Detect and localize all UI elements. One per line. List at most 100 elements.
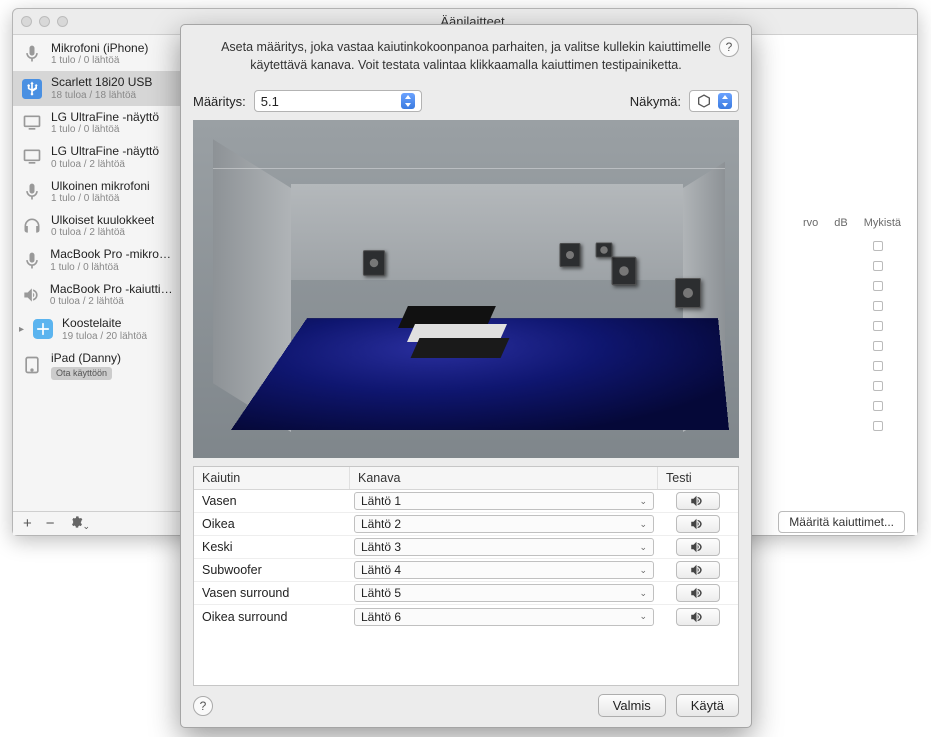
select-arrows-icon (718, 93, 732, 109)
mic-icon (21, 181, 43, 203)
test-speaker-button[interactable] (676, 492, 720, 510)
speaker-name-cell: Subwoofer (194, 563, 350, 577)
device-io-label: 18 tuloa / 18 lähtöä (51, 90, 152, 102)
speaker-name-cell: Vasen surround (194, 586, 350, 600)
th-speaker: Kaiutin (194, 467, 350, 489)
apply-button[interactable]: Käytä (676, 694, 739, 717)
speaker-front-left-icon[interactable] (363, 250, 385, 276)
th-test: Testi (658, 467, 738, 489)
device-name: Scarlett 18i20 USB (51, 75, 152, 89)
bg-column-headers: rvo dB Mykistä (803, 217, 901, 229)
test-speaker-button[interactable] (676, 515, 720, 533)
device-name: Koostelaite (62, 316, 147, 330)
speaker-name-cell: Oikea (194, 517, 350, 531)
device-io-label: 1 tulo / 0 lähtöä (51, 55, 148, 67)
device-item[interactable]: Scarlett 18i20 USB18 tuloa / 18 lähtöä (13, 71, 182, 105)
view-select[interactable] (689, 90, 739, 112)
device-sidebar: Mikrofoni (iPhone)1 tulo / 0 lähtöä Scar… (13, 35, 183, 535)
bg-mute-checkboxes (873, 241, 883, 431)
table-row: Oikea Lähtö 2⌄ (194, 513, 738, 536)
device-io-label: 0 tuloa / 2 lähtöä (50, 296, 174, 308)
device-list: Mikrofoni (iPhone)1 tulo / 0 lähtöä Scar… (13, 35, 182, 511)
channel-select[interactable]: Lähtö 5⌄ (354, 584, 654, 602)
speaker-name-cell: Oikea surround (194, 610, 350, 624)
view-label: Näkymä: (630, 94, 681, 109)
headphones-icon (21, 215, 43, 237)
remove-device-button[interactable]: − (46, 516, 55, 531)
bg-col-mute: Mykistä (864, 217, 901, 229)
sidebar-footer: + − ⌄ (13, 511, 182, 535)
channel-select[interactable]: Lähtö 1⌄ (354, 492, 654, 510)
th-channel: Kanava (350, 467, 658, 489)
speaker-icon (21, 284, 42, 306)
speaker-name-cell: Keski (194, 540, 350, 554)
device-io-label: 19 tuloa / 20 lähtöä (62, 331, 147, 343)
test-speaker-button[interactable] (676, 584, 720, 602)
device-name: LG UltraFine -näyttö (51, 144, 159, 158)
device-item[interactable]: MacBook Pro -kaiuttimet0 tuloa / 2 lähtö… (13, 278, 182, 312)
mic-icon (21, 250, 42, 272)
device-name: MacBook Pro -kaiuttimet (50, 282, 174, 296)
device-item[interactable]: MacBook Pro -mikrofoni1 tulo / 0 lähtöä (13, 243, 182, 277)
device-item[interactable]: ▸ Koostelaite19 tuloa / 20 lähtöä (13, 312, 182, 346)
device-name: LG UltraFine -näyttö (51, 110, 159, 124)
device-name: Ulkoinen mikrofoni (51, 179, 150, 193)
device-name: Ulkoiset kuulokkeet (51, 213, 154, 227)
device-item[interactable]: Mikrofoni (iPhone)1 tulo / 0 lähtöä (13, 37, 182, 71)
bg-col-rvo: rvo (803, 217, 818, 229)
test-speaker-button[interactable] (676, 561, 720, 579)
device-io-label: 0 tuloa / 2 lähtöä (51, 227, 154, 239)
instruction-text: Aseta määritys, joka vastaa kaiutinkokoo… (205, 39, 727, 74)
zoom-dot-icon[interactable] (57, 16, 68, 27)
speaker-front-right-icon[interactable] (560, 243, 581, 267)
device-io-label: 0 tuloa / 2 lähtöä (51, 159, 159, 171)
device-item[interactable]: iPad (Danny) Ota käyttöön (13, 347, 182, 384)
usb-icon (21, 78, 43, 100)
bg-col-db: dB (834, 217, 847, 229)
device-item[interactable]: Ulkoinen mikrofoni1 tulo / 0 lähtöä (13, 175, 182, 209)
ipad-icon (21, 354, 43, 376)
close-dot-icon[interactable] (21, 16, 32, 27)
table-row: Vasen surround Lähtö 5⌄ (194, 582, 738, 605)
minimize-dot-icon[interactable] (39, 16, 50, 27)
device-name: MacBook Pro -mikrofoni (50, 247, 174, 261)
speaker-surround-right-icon[interactable] (675, 278, 701, 308)
display-icon (21, 112, 43, 134)
select-arrows-icon (401, 93, 415, 109)
test-speaker-button[interactable] (676, 608, 720, 626)
table-row: Vasen Lähtö 1⌄ (194, 490, 738, 513)
table-row: Subwoofer Lähtö 4⌄ (194, 559, 738, 582)
help-button[interactable]: ? (719, 37, 739, 57)
channel-select[interactable]: Lähtö 2⌄ (354, 515, 654, 533)
done-button[interactable]: Valmis (598, 694, 666, 717)
speaker-channel-table: Kaiutin Kanava Testi Vasen Lähtö 1⌄ Oike… (193, 466, 739, 686)
device-io-label: 1 tulo / 0 lähtöä (51, 124, 159, 136)
config-label: Määritys: (193, 94, 246, 109)
device-item[interactable]: LG UltraFine -näyttö1 tulo / 0 lähtöä (13, 106, 182, 140)
channel-select[interactable]: Lähtö 6⌄ (354, 608, 654, 626)
table-row: Keski Lähtö 3⌄ (194, 536, 738, 559)
footer-help-button[interactable]: ? (193, 696, 213, 716)
speaker-center-icon[interactable] (612, 257, 637, 286)
device-item[interactable]: LG UltraFine -näyttö0 tuloa / 2 lähtöä (13, 140, 182, 174)
sofa-icon (403, 306, 501, 364)
configure-speakers-button[interactable]: Määritä kaiuttimet... (778, 511, 905, 533)
table-row: Oikea surround Lähtö 6⌄ (194, 605, 738, 628)
configuration-value: 5.1 (261, 94, 279, 109)
channel-select[interactable]: Lähtö 3⌄ (354, 538, 654, 556)
speaker-3d-visualization[interactable] (193, 120, 739, 458)
configuration-select[interactable]: 5.1 (254, 90, 422, 112)
mic-icon (21, 43, 43, 65)
subwoofer-icon[interactable] (596, 243, 613, 258)
device-item[interactable]: Ulkoiset kuulokkeet0 tuloa / 2 lähtöä (13, 209, 182, 243)
enable-badge[interactable]: Ota käyttöön (51, 367, 112, 380)
device-name: iPad (Danny) (51, 351, 121, 365)
settings-gear-icon[interactable]: ⌄ (69, 515, 91, 532)
device-io-label: 1 tulo / 0 lähtöä (51, 193, 150, 205)
channel-select[interactable]: Lähtö 4⌄ (354, 561, 654, 579)
add-device-button[interactable]: + (23, 516, 32, 531)
traffic-lights[interactable] (21, 16, 68, 27)
test-speaker-button[interactable] (676, 538, 720, 556)
speaker-name-cell: Vasen (194, 494, 350, 508)
display-icon (21, 146, 43, 168)
